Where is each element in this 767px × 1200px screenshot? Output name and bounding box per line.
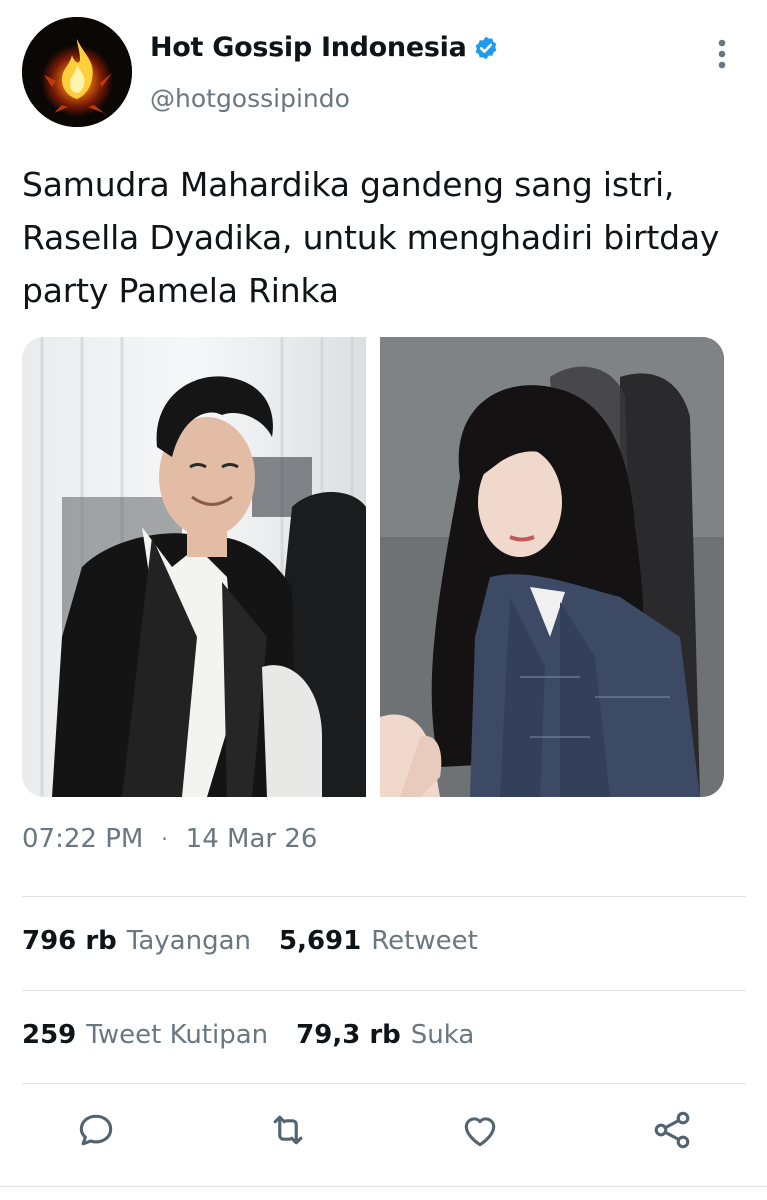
tweet-text: Samudra Mahardika gandeng sang istri, Ra…: [22, 165, 720, 310]
stats-row-1: 796 rb Tayangan 5,691 Retweet: [22, 926, 506, 956]
verified-badge-icon: [475, 36, 496, 59]
tweet-time: 07:22 PM: [22, 824, 144, 854]
meta-separator: ·: [161, 827, 168, 851]
retweets-label: Retweet: [371, 926, 478, 956]
tweet-date: 14 Mar 26: [185, 824, 318, 854]
likes-stat[interactable]: 79,3 rb Suka: [296, 1020, 474, 1050]
display-name[interactable]: Hot Gossip Indonesia: [150, 32, 467, 63]
action-bar: [0, 1108, 767, 1164]
quotes-label: Tweet Kutipan: [86, 1020, 269, 1050]
divider: [22, 990, 746, 991]
avatar[interactable]: [22, 17, 132, 127]
photo-woman-denim-jacket[interactable]: [380, 337, 724, 797]
retweet-icon[interactable]: [266, 1108, 310, 1152]
views-label: Tayangan: [126, 926, 251, 956]
likes-label: Suka: [410, 1020, 475, 1050]
share-icon[interactable]: [650, 1108, 694, 1152]
fire-avatar-icon: [22, 17, 132, 127]
likes-count: 79,3 rb: [296, 1020, 401, 1050]
reply-icon[interactable]: [74, 1108, 118, 1152]
retweets-stat[interactable]: 5,691 Retweet: [279, 926, 478, 956]
divider: [22, 1083, 746, 1084]
quotes-stat[interactable]: 259 Tweet Kutipan: [22, 1020, 268, 1050]
stats-row-2: 259 Tweet Kutipan 79,3 rb Suka: [22, 1020, 502, 1050]
heart-icon[interactable]: [458, 1108, 502, 1152]
handle[interactable]: @hotgossipindo: [150, 84, 350, 113]
views-stat[interactable]: 796 rb Tayangan: [22, 926, 251, 956]
divider: [22, 896, 746, 897]
tweet-header: Hot Gossip Indonesia @hotgossipindo: [0, 0, 767, 140]
quotes-count: 259: [22, 1020, 77, 1050]
divider: [0, 1186, 767, 1187]
name-row: Hot Gossip Indonesia: [150, 32, 499, 63]
media-grid: [22, 337, 724, 797]
tweet-timestamp[interactable]: 07:22 PM · 14 Mar 26: [22, 824, 317, 854]
photo-man-black-suit[interactable]: [22, 337, 366, 797]
retweets-count: 5,691: [279, 926, 362, 956]
more-options-icon[interactable]: [708, 36, 736, 72]
views-count: 796 rb: [22, 926, 117, 956]
